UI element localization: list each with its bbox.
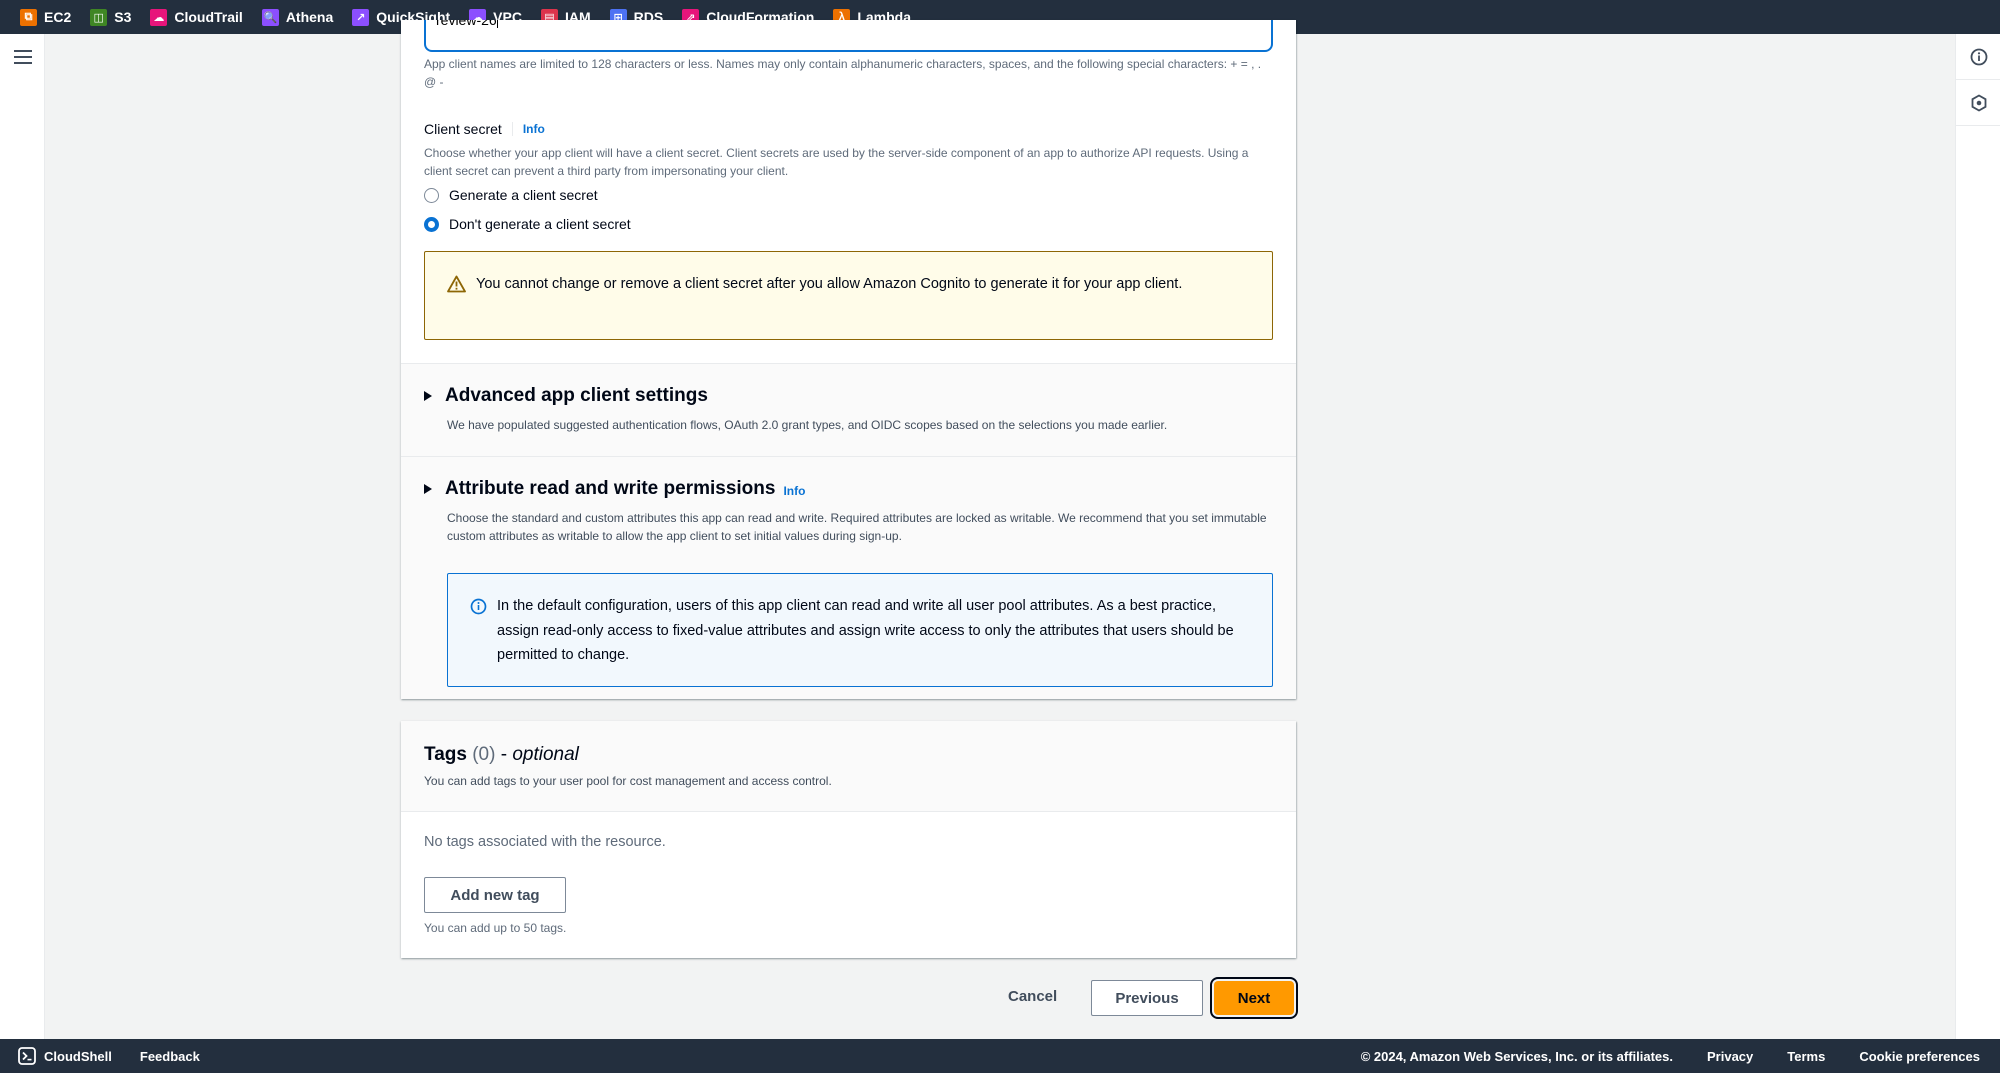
tags-optional: optional — [512, 744, 579, 765]
previous-button[interactable]: Previous — [1091, 980, 1203, 1016]
info-alert-text: In the default configuration, users of t… — [497, 598, 1234, 663]
text-caret — [496, 20, 498, 29]
client-secret-label: Client secret Info — [424, 121, 545, 137]
terms-link[interactable]: Terms — [1787, 1049, 1825, 1064]
next-button[interactable]: Next — [1210, 977, 1298, 1019]
warning-text: You cannot change or remove a client sec… — [476, 276, 1183, 292]
app-client-name-hint: App client names are limited to 128 char… — [424, 57, 1262, 89]
service-shortcut-athena[interactable]: 🔍 Athena — [261, 8, 334, 26]
settings-panel-button[interactable] — [1956, 80, 2000, 126]
ec2-icon: ⧉ — [20, 8, 37, 26]
cancel-button[interactable]: Cancel — [1008, 988, 1057, 1005]
attribute-permissions-title: Attribute read and write permissions — [445, 478, 776, 499]
client-secret-label-text: Client secret — [424, 121, 502, 137]
menu-icon[interactable] — [14, 50, 32, 64]
radio-dont-generate-secret[interactable]: Don't generate a client secret — [424, 216, 631, 232]
cloudtrail-icon: ☁ — [150, 8, 168, 26]
radio-checked-icon[interactable] — [424, 216, 439, 232]
console-footer: CloudShell Feedback © 2024, Amazon Web S… — [0, 1039, 2000, 1073]
app-client-name-input[interactable]: review-26 — [424, 20, 1273, 52]
tags-count: (0) — [472, 744, 496, 765]
cloudshell-button[interactable]: CloudShell — [18, 1047, 112, 1065]
tags-title: Tags (0) - optional — [424, 744, 579, 766]
service-label: S3 — [114, 9, 132, 25]
cloudshell-icon — [18, 1047, 36, 1065]
service-shortcut-ec2[interactable]: ⧉ EC2 — [20, 8, 72, 26]
tags-subtitle: You can add tags to your user pool for c… — [424, 774, 832, 788]
info-panel-button[interactable] — [1956, 34, 2000, 80]
hexagon-gear-icon — [1971, 93, 1986, 112]
athena-icon: 🔍 — [261, 8, 279, 26]
info-alert: In the default configuration, users of t… — [447, 573, 1273, 687]
cookie-preferences-link[interactable]: Cookie preferences — [1859, 1049, 1980, 1064]
info-circle-icon — [1970, 48, 1987, 65]
advanced-settings-toggle[interactable]: Advanced app client settings — [424, 385, 708, 407]
tags-container: Tags (0) - optional You can add tags to … — [401, 721, 1296, 958]
privacy-link[interactable]: Privacy — [1707, 1049, 1753, 1064]
tags-limit-hint: You can add up to 50 tags. — [424, 921, 567, 935]
info-icon — [470, 598, 487, 615]
service-shortcut-s3[interactable]: ◫ S3 — [90, 8, 132, 26]
client-secret-description: Choose whether your app client will have… — [424, 146, 1249, 178]
app-client-name-value: review-26 — [436, 20, 497, 28]
radio-unchecked-icon[interactable] — [424, 187, 439, 203]
tags-title-text: Tags — [424, 744, 467, 765]
advanced-settings-description: We have populated suggested authenticati… — [447, 418, 1168, 432]
quicksight-icon: ↗ — [352, 8, 370, 26]
attribute-permissions-toggle[interactable]: Attribute read and write permissions Inf… — [424, 478, 805, 500]
app-client-container: review-26 App client names are limited t… — [401, 20, 1296, 699]
attribute-permissions-info-link[interactable]: Info — [783, 484, 805, 498]
tools-panel-strip — [1955, 34, 2000, 1039]
advanced-settings-expandable: Advanced app client settings We have pop… — [401, 363, 1296, 456]
next-button-label: Next — [1214, 981, 1294, 1015]
attribute-permissions-description: Choose the standard and custom attribute… — [447, 511, 1267, 543]
add-new-tag-button[interactable]: Add new tag — [424, 877, 566, 913]
cloudshell-label: CloudShell — [44, 1048, 112, 1064]
tags-dash: - — [495, 744, 513, 765]
radio-label: Generate a client secret — [449, 187, 598, 203]
no-tags-message: No tags associated with the resource. — [424, 834, 666, 850]
service-label: Athena — [285, 9, 334, 25]
warning-alert: You cannot change or remove a client sec… — [424, 251, 1273, 340]
s3-icon: ◫ — [90, 8, 108, 26]
copyright-text: © 2024, Amazon Web Services, Inc. or its… — [1360, 1048, 1673, 1064]
caret-right-icon — [424, 391, 432, 401]
service-label: CloudTrail — [174, 9, 243, 25]
tags-header: Tags (0) - optional You can add tags to … — [401, 721, 1296, 812]
radio-generate-secret[interactable]: Generate a client secret — [424, 187, 598, 203]
client-secret-info-link[interactable]: Info — [511, 122, 545, 136]
feedback-link[interactable]: Feedback — [140, 1049, 200, 1064]
attribute-permissions-expandable: Attribute read and write permissions Inf… — [401, 456, 1296, 699]
advanced-settings-title: Advanced app client settings — [445, 385, 708, 406]
side-navigation — [0, 34, 45, 1039]
radio-label: Don't generate a client secret — [449, 216, 631, 232]
caret-right-icon — [424, 484, 432, 494]
warning-icon — [447, 275, 466, 293]
service-shortcut-cloudtrail[interactable]: ☁ CloudTrail — [150, 8, 243, 26]
service-label: EC2 — [44, 9, 72, 25]
